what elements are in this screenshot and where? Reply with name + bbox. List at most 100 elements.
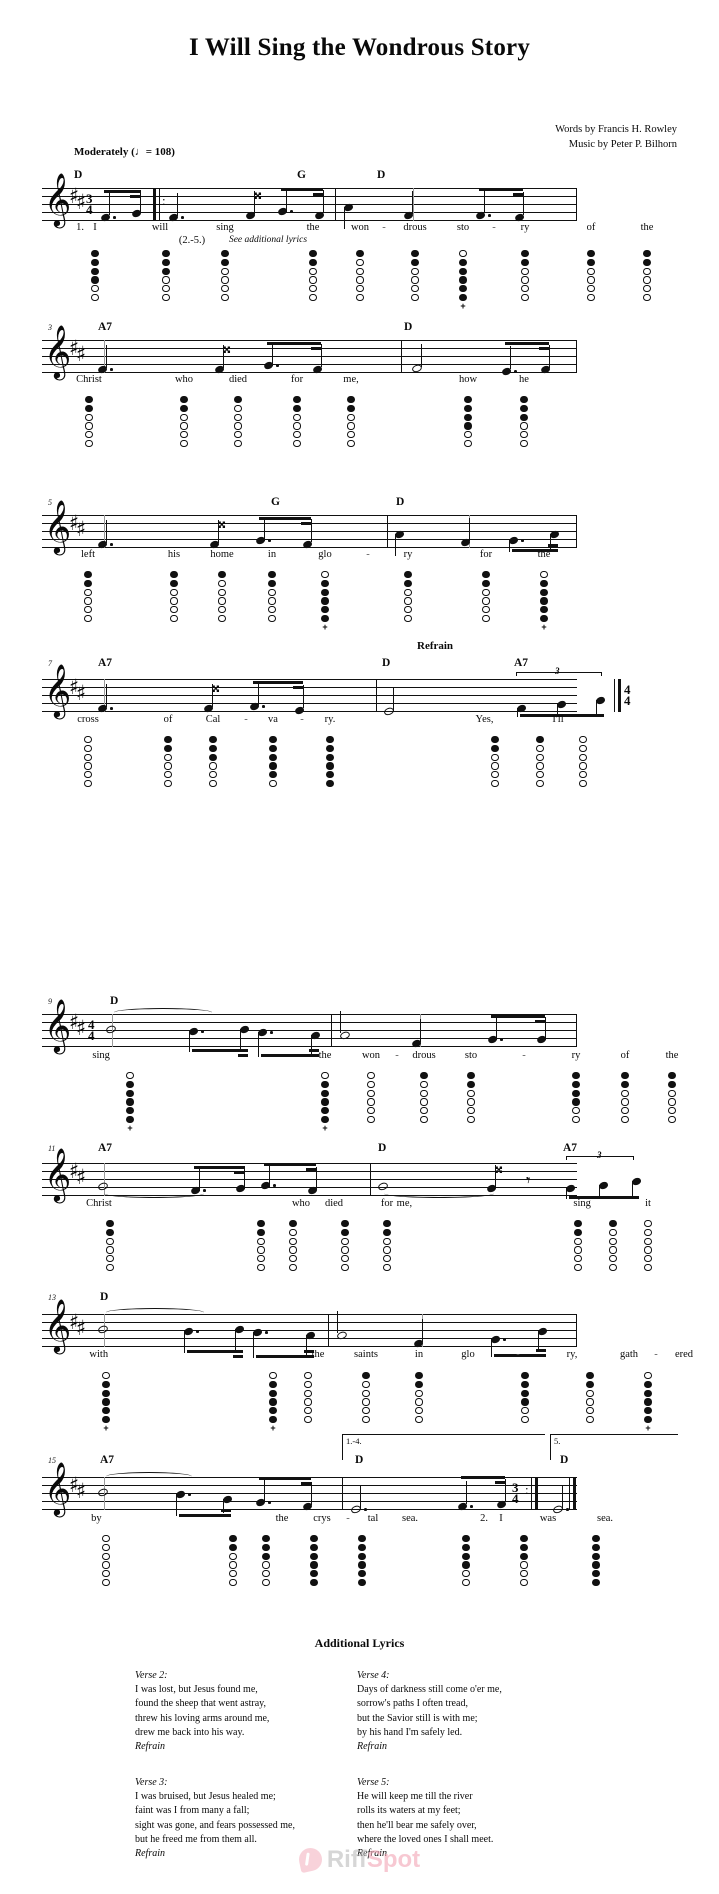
- fingering-diagram: [339, 1220, 351, 1273]
- hole: [367, 1098, 375, 1106]
- beam: [313, 193, 323, 197]
- hole: [520, 413, 528, 421]
- fingering-diagram: [82, 736, 94, 789]
- stem: [538, 1331, 540, 1352]
- hole: [464, 413, 472, 421]
- fingering-diagram: [356, 1535, 368, 1588]
- fingering-diagram: +: [457, 250, 469, 310]
- treble-clef-icon: 𝄞: [44, 324, 72, 378]
- lyric-syllable: by_________: [91, 1513, 149, 1524]
- hole: [341, 1220, 349, 1228]
- hole: [621, 1080, 629, 1088]
- hole: [218, 614, 226, 623]
- hole: [262, 1552, 270, 1560]
- hole: [91, 276, 99, 284]
- key-signature-sharp-icon: ♯: [76, 190, 87, 214]
- stem: [244, 1166, 246, 1189]
- verse-line: by his hand I'm safely led.: [357, 1726, 463, 1738]
- hole: [164, 744, 172, 752]
- hole: [304, 1398, 312, 1406]
- hole: [482, 571, 490, 579]
- verse-line: rolls its waters at my feet;: [357, 1805, 461, 1817]
- key-signature-sharp-icon: ♯: [76, 681, 87, 705]
- hole: [404, 588, 412, 596]
- fingering-diagram: [584, 1372, 596, 1425]
- hole: [482, 588, 490, 596]
- stem: [469, 518, 471, 541]
- hole: [411, 285, 419, 293]
- hole: [234, 413, 242, 421]
- fingering-diagram: [460, 1535, 472, 1588]
- chord-symbol: G: [271, 496, 280, 508]
- hole: [126, 1072, 134, 1080]
- lyric-syllable: the: [311, 1349, 325, 1360]
- hole: [521, 1389, 529, 1397]
- beam: [194, 1166, 244, 1170]
- hole: [269, 779, 277, 788]
- hole: [85, 422, 93, 430]
- lyric-syllable: for: [479, 549, 493, 560]
- hole: [262, 1570, 270, 1578]
- stem: [306, 1335, 308, 1355]
- hole: [84, 614, 92, 623]
- hole: [467, 1115, 475, 1124]
- staff-line: [42, 687, 577, 688]
- key-signature-sharp-icon: ♯: [76, 1479, 87, 1503]
- fingering-diagram: [287, 1220, 299, 1273]
- fingering-diagram: [413, 1372, 425, 1425]
- hole: [644, 1263, 652, 1272]
- lyric-hyphen: -: [244, 714, 248, 725]
- hole: [609, 1263, 617, 1272]
- hole: [309, 276, 317, 284]
- hole: [269, 1372, 277, 1380]
- hole: [367, 1115, 375, 1124]
- hole: [668, 1115, 676, 1124]
- chord-symbol: A7: [563, 1142, 578, 1154]
- hole: [326, 744, 334, 752]
- hole: [85, 404, 93, 412]
- hole: [572, 1107, 580, 1115]
- hole: [85, 413, 93, 421]
- lyric-extender: ____: [493, 714, 514, 725]
- hole: [404, 579, 412, 587]
- hole: [404, 614, 412, 623]
- hole: [84, 571, 92, 579]
- slur: [106, 1472, 192, 1481]
- hole: [170, 571, 178, 579]
- hole: [362, 1407, 370, 1415]
- stem: [412, 191, 414, 214]
- hole: [491, 736, 499, 744]
- lyric-syllable: the: [640, 222, 654, 233]
- hole: [609, 1237, 617, 1245]
- augmentation-dot: [503, 1338, 506, 1341]
- hole: [609, 1255, 617, 1263]
- hole: [268, 579, 276, 587]
- chord-symbol: D: [396, 496, 405, 508]
- augmentation-dot: [268, 539, 271, 542]
- lyric-syllable: in: [414, 1349, 424, 1360]
- stem: [240, 1029, 242, 1052]
- hole: [462, 1561, 470, 1569]
- key-signature-sharp-icon: ♯: [76, 1016, 87, 1040]
- staff-line: [42, 196, 577, 197]
- lyric-syllable: died: [324, 1198, 344, 1209]
- hole: [587, 258, 595, 266]
- stem: [140, 190, 142, 213]
- verse-line: then he'll bear me safely over,: [357, 1819, 477, 1831]
- beam: [479, 188, 523, 192]
- stem: [176, 1494, 178, 1516]
- hole: [415, 1389, 423, 1397]
- stem: [562, 1486, 564, 1509]
- lyric-syllable: how: [458, 374, 478, 385]
- notehead-half: [97, 1324, 109, 1335]
- hole: [221, 285, 229, 293]
- hole: [106, 1237, 114, 1245]
- notehead-half: [97, 1487, 109, 1498]
- hole: [218, 579, 226, 587]
- hole: [621, 1089, 629, 1097]
- hole: [347, 413, 355, 421]
- hole: [229, 1570, 237, 1578]
- barline: [576, 1014, 578, 1047]
- hole: [289, 1246, 297, 1254]
- hole: [462, 1570, 470, 1578]
